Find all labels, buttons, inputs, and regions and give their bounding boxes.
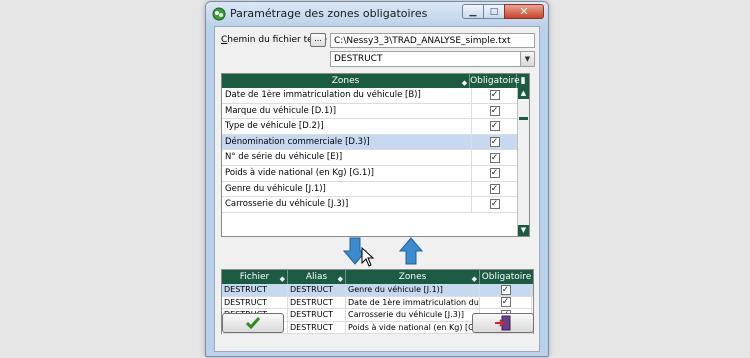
column-header-obligatoire[interactable]: Obligatoire	[470, 74, 520, 88]
obligatoire-checkbox[interactable]: ✓	[489, 90, 500, 101]
table-row[interactable]: Genre du véhicule [J.1)] ✓	[222, 181, 529, 198]
search-sort-icon[interactable]: ◆	[462, 76, 467, 90]
column-header-zones[interactable]: Zones ◆	[346, 270, 480, 284]
zone-cell: Poids à vide national (en Kg) [G.1	[348, 321, 480, 333]
obligatoire-cell: ✓	[472, 182, 517, 197]
dialog-window: Paramétrage des zones obligatoires ▁ □ ✕…	[205, 1, 549, 357]
table-row[interactable]: Date de 1ère immatriculation du véhicule…	[222, 88, 529, 104]
zone-cell: Dénomination commerciale [D.3)]	[222, 134, 472, 150]
scroll-down-icon[interactable]: ▼	[518, 225, 529, 236]
column-header-zones-label: Zones	[331, 76, 360, 86]
mouse-cursor-icon	[361, 247, 375, 267]
obligatoire-cell: ✓	[472, 135, 517, 150]
table-row[interactable]: DESTRUCT DESTRUCT Genre du véhicule [J.1)]…	[222, 284, 533, 297]
column-header-zones[interactable]: Zones ◆	[222, 74, 471, 90]
table-row[interactable]: N° de série du véhicule [E)] ✓	[222, 150, 529, 166]
zone-cell: Type de véhicule [D.2)]	[222, 119, 472, 134]
alias-cell: DESTRUCT	[288, 321, 346, 333]
obligatoire-checkbox[interactable]: ✓	[489, 105, 500, 116]
fichier-cell: DESTRUCT	[222, 296, 288, 308]
scroll-up-icon[interactable]: ▲	[518, 88, 529, 99]
arrow-up-icon[interactable]	[399, 237, 423, 265]
column-header-zones-label: Zones	[398, 272, 427, 282]
scrollbar-thumb[interactable]	[519, 117, 528, 120]
zones-table-body: Date de 1ère immatriculation du véhicule…	[222, 88, 529, 213]
minimize-icon: ▁	[469, 6, 477, 17]
dialog-client-area: Chemin du fichier texte ... DESTRUCT ▼ Z…	[214, 26, 540, 352]
search-sort-icon[interactable]: ◆	[280, 272, 285, 286]
maximize-icon: □	[489, 6, 499, 17]
column-header-obligatoire-label: Obligatoire	[470, 76, 520, 86]
selected-zones-table-header: Fichier ◆ Alias ◆ Zones ◆ Obligatoire	[222, 270, 533, 284]
minimize-button[interactable]: ▁	[462, 4, 484, 19]
window-controls: ▁ □ ✕	[462, 4, 544, 19]
table-row[interactable]: DESTRUCT DESTRUCT Date de 1ère immatricula…	[222, 296, 533, 309]
app-icon	[212, 7, 226, 21]
table-row[interactable]: Dénomination commerciale [D.3)] ✓	[222, 134, 529, 151]
close-icon: ✕	[519, 5, 529, 18]
file-selector-dropdown[interactable]: DESTRUCT ▼	[330, 51, 535, 67]
zone-cell: Carrosserie du véhicule [J.3)]	[222, 197, 472, 212]
zones-table: Zones ◆ Obligatoire ▮ Date de 1ère immat…	[221, 73, 530, 237]
window-title: Paramétrage des zones obligatoires	[230, 7, 428, 20]
table-row[interactable]: Marque du véhicule [D.1)] ✓	[222, 103, 529, 120]
zone-cell: Marque du véhicule [D.1)]	[222, 103, 472, 119]
obligatoire-checkbox[interactable]: ✓	[489, 152, 500, 163]
obligatoire-checkbox[interactable]: ✓	[489, 183, 500, 194]
column-header-obligatoire-label: Obligatoire	[481, 272, 532, 282]
zones-table-header: Zones ◆ Obligatoire ▮	[222, 74, 529, 88]
zone-cell: Genre du véhicule [J.1)]	[222, 181, 472, 197]
column-header-fichier[interactable]: Fichier ◆	[222, 270, 288, 284]
column-header-alias-label: Alias	[305, 272, 328, 282]
obligatoire-checkbox[interactable]: ✓	[500, 297, 511, 308]
obligatoire-cell: ✓	[472, 119, 517, 134]
zone-cell: Genre du véhicule [J.1)]	[346, 284, 480, 296]
search-sort-icon[interactable]: ◆	[472, 272, 477, 286]
exit-button[interactable]	[472, 313, 534, 333]
column-header-fichier-label: Fichier	[239, 272, 270, 282]
title-bar[interactable]: Paramétrage des zones obligatoires ▁ □ ✕	[206, 2, 548, 26]
exit-door-icon	[495, 315, 511, 331]
file-selector-value: DESTRUCT	[334, 54, 383, 64]
zone-cell: Poids à vide national (en Kg) [G.1)]	[222, 165, 472, 181]
zone-cell: Date de 1ère immatriculation du	[348, 296, 480, 308]
zone-cell: Carrosserie du véhicule [J.3)]	[346, 309, 480, 321]
obligatoire-cell: ✓	[472, 150, 517, 165]
validate-button[interactable]	[222, 313, 284, 333]
obligatoire-cell: ✓	[472, 197, 517, 212]
table-row[interactable]: Carrosserie du véhicule [J.3)] ✓	[222, 197, 529, 213]
table-row[interactable]: Poids à vide national (en Kg) [G.1)] ✓	[222, 165, 529, 182]
file-path-input[interactable]	[330, 33, 535, 48]
obligatoire-cell: ✓	[480, 296, 532, 308]
table-row[interactable]: Type de véhicule [D.2)] ✓	[222, 119, 529, 135]
maximize-button[interactable]: □	[483, 4, 505, 19]
obligatoire-checkbox[interactable]: ✓	[489, 199, 500, 210]
obligatoire-cell: ✓	[472, 104, 517, 119]
alias-cell: DESTRUCT	[288, 296, 346, 308]
alias-cell: DESTRUCT	[288, 309, 346, 321]
obligatoire-checkbox[interactable]: ✓	[489, 121, 500, 132]
obligatoire-cell: ✓	[480, 284, 532, 296]
close-button[interactable]: ✕	[504, 4, 544, 19]
obligatoire-cell: ✓	[472, 166, 517, 181]
chevron-down-icon[interactable]: ▼	[520, 52, 534, 66]
obligatoire-cell: ✓	[472, 88, 517, 103]
zone-cell: N° de série du véhicule [E)]	[222, 150, 472, 165]
zones-table-scrollbar[interactable]: ▲ ▼	[517, 88, 529, 236]
column-header-alias[interactable]: Alias ◆	[288, 270, 346, 284]
search-sort-icon[interactable]: ◆	[338, 272, 343, 286]
obligatoire-checkbox[interactable]: ✓	[489, 168, 500, 179]
fichier-cell: DESTRUCT	[222, 284, 288, 296]
zone-cell: Date de 1ère immatriculation du véhicule…	[222, 88, 472, 103]
checkmark-icon	[246, 317, 260, 329]
obligatoire-checkbox[interactable]: ✓	[500, 284, 511, 295]
column-header-obligatoire[interactable]: Obligatoire	[480, 270, 533, 284]
browse-button[interactable]: ...	[310, 33, 326, 47]
obligatoire-checkbox[interactable]: ✓	[489, 137, 500, 148]
